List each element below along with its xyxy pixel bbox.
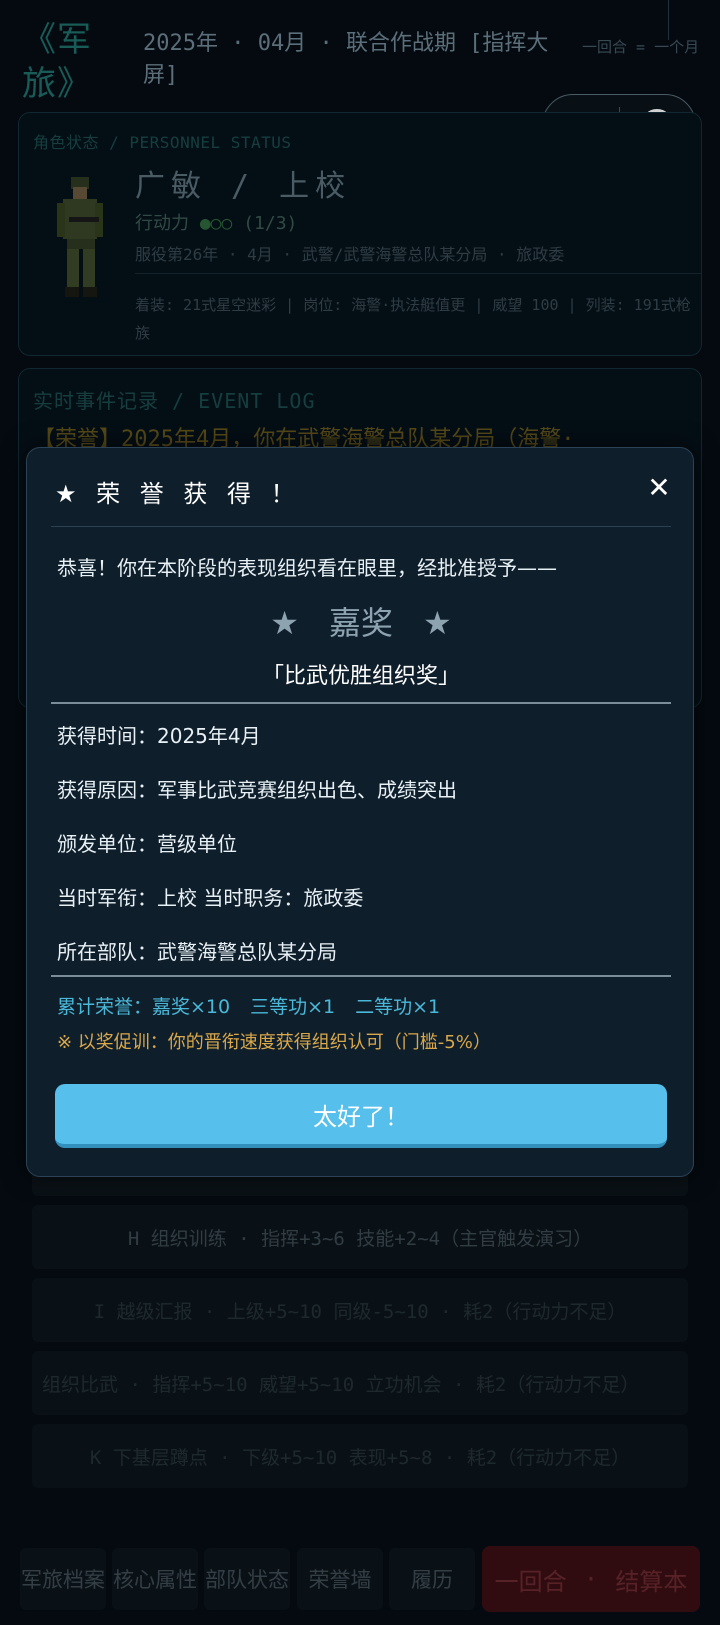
confirm-button[interactable]: 太好了！	[55, 1084, 667, 1148]
info-row-rank: 当时军衔：上校 当时职务：旅政委	[57, 886, 364, 910]
star-icon: ★	[423, 604, 452, 642]
honor-modal: ★ 荣 誉 获 得 ！ ✕ 恭喜！你在本阶段的表现组织看在眼里，经批准授予—— …	[26, 447, 694, 1177]
award-level: ★ 嘉奖 ★	[27, 598, 695, 644]
award-level-text: 嘉奖	[328, 604, 393, 642]
divider	[51, 526, 671, 527]
info-row-time: 获得时间：2025年4月	[57, 724, 261, 748]
info-row-reason: 获得原因：军事比武竞赛组织出色、成绩突出	[57, 778, 457, 802]
award-name: 「比武优胜组织奖」	[261, 664, 460, 689]
info-row-issuer: 颁发单位：营级单位	[57, 832, 237, 856]
congrats-text: 恭喜！你在本阶段的表现组织看在眼里，经批准授予——	[57, 556, 557, 580]
divider	[51, 975, 671, 977]
star-icon: ★	[270, 604, 299, 642]
modal-title: ★ 荣 誉 获 得 ！	[55, 480, 301, 508]
promotion-note: ※ 以奖促训：你的晋衔速度获得组织认可（门槛-5%）	[57, 1032, 491, 1053]
cumulative-label: 累计荣誉：	[57, 996, 153, 1018]
honor-count: 二等功×1	[355, 996, 441, 1018]
honor-count: 嘉奖×10	[152, 996, 231, 1018]
divider	[51, 702, 671, 704]
cumulative-honors: 累计荣誉：嘉奖×10 三等功×1 二等功×1	[57, 992, 677, 1019]
info-row-unit: 所在部队：武警海警总队某分局	[57, 940, 337, 964]
close-icon[interactable]: ✕	[641, 470, 677, 506]
honor-count: 三等功×1	[250, 996, 336, 1018]
